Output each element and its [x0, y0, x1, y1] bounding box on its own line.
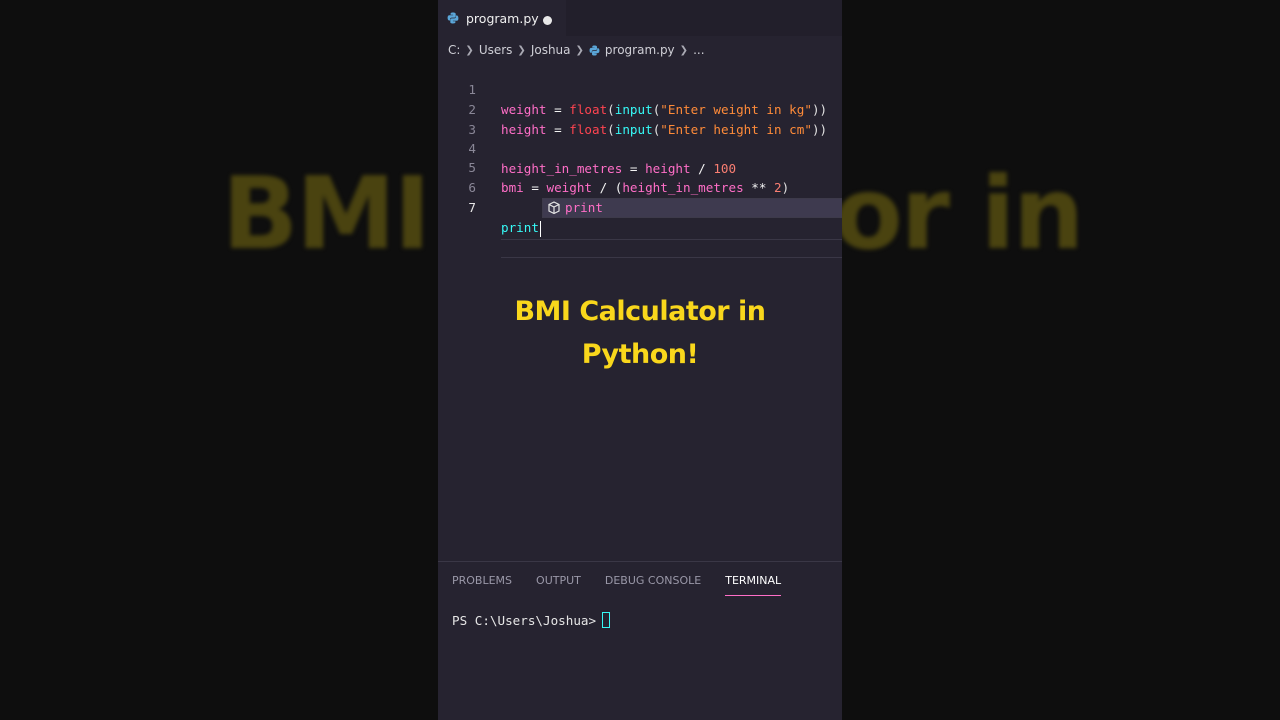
background-left: BMI: [0, 0, 438, 720]
chevron-right-icon: ❯: [575, 44, 584, 56]
background-ghost-text-left: BMI: [222, 155, 431, 272]
code-line[interactable]: 5 bmi = weight / (height_in_metres ** 2): [438, 138, 842, 195]
breadcrumb: C: ❯ Users ❯ Joshua ❯ program.py ❯ ...: [448, 40, 705, 60]
panel-tabs: PROBLEMS OUTPUT DEBUG CONSOLE TERMINAL: [452, 572, 805, 596]
tab-debug-console[interactable]: DEBUG CONSOLE: [605, 572, 701, 596]
chevron-right-icon: ❯: [465, 44, 474, 56]
current-line-highlight: [501, 239, 842, 258]
tab-filename: program.py: [466, 10, 539, 26]
chevron-right-icon: ❯: [517, 44, 526, 56]
caption-line-1: BMI Calculator in: [514, 296, 766, 327]
text-cursor: [539, 220, 541, 237]
tab-output[interactable]: OUTPUT: [536, 572, 581, 596]
tab-program-py[interactable]: program.py: [438, 0, 566, 36]
code-line[interactable]: 4 height_in_metres = height / 100: [438, 119, 842, 176]
breadcrumb-more[interactable]: ...: [693, 43, 704, 57]
code-line[interactable]: 6: [438, 158, 842, 195]
tab-bar: program.py: [438, 0, 842, 36]
breadcrumb-joshua[interactable]: Joshua: [531, 43, 571, 57]
tab-terminal[interactable]: TERMINAL: [725, 572, 781, 596]
prompt-text: PS C:\Users\Joshua>: [452, 612, 597, 628]
breadcrumb-users[interactable]: Users: [479, 43, 513, 57]
editor-window: program.py C: ❯ Users ❯ Joshua ❯ program…: [438, 0, 842, 720]
terminal-panel: PROBLEMS OUTPUT DEBUG CONSOLE TERMINAL P…: [438, 561, 842, 720]
code-line[interactable]: 1 weight = float(input("Enter weight in …: [438, 60, 842, 117]
terminal-cursor: [602, 612, 611, 628]
background-right: or in: [842, 0, 1280, 720]
autocomplete-item[interactable]: print: [543, 199, 842, 217]
tab-problems[interactable]: PROBLEMS: [452, 572, 512, 596]
code-text: print: [501, 220, 541, 237]
breadcrumb-file[interactable]: program.py: [605, 43, 675, 57]
python-icon: [447, 12, 459, 24]
code-line[interactable]: 3: [438, 100, 842, 137]
unsaved-dot-icon[interactable]: [543, 16, 552, 25]
line-number: 7: [468, 200, 476, 215]
background-ghost-text-right: or in: [842, 155, 1084, 272]
terminal-prompt[interactable]: PS C:\Users\Joshua>: [452, 612, 611, 628]
code-line-active[interactable]: 7 print: [438, 178, 842, 237]
autocomplete-label: print: [565, 200, 603, 215]
cube-icon: [546, 200, 562, 216]
caption-line-2: Python!: [581, 339, 699, 370]
code-line[interactable]: 2 height = float(input("Enter height in …: [438, 80, 842, 137]
autocomplete-popup[interactable]: print: [542, 198, 842, 218]
chevron-right-icon: ❯: [679, 44, 689, 56]
breadcrumb-drive[interactable]: C:: [448, 43, 460, 57]
video-caption: BMI Calculator in Python!: [438, 290, 842, 376]
python-icon: [589, 44, 600, 56]
